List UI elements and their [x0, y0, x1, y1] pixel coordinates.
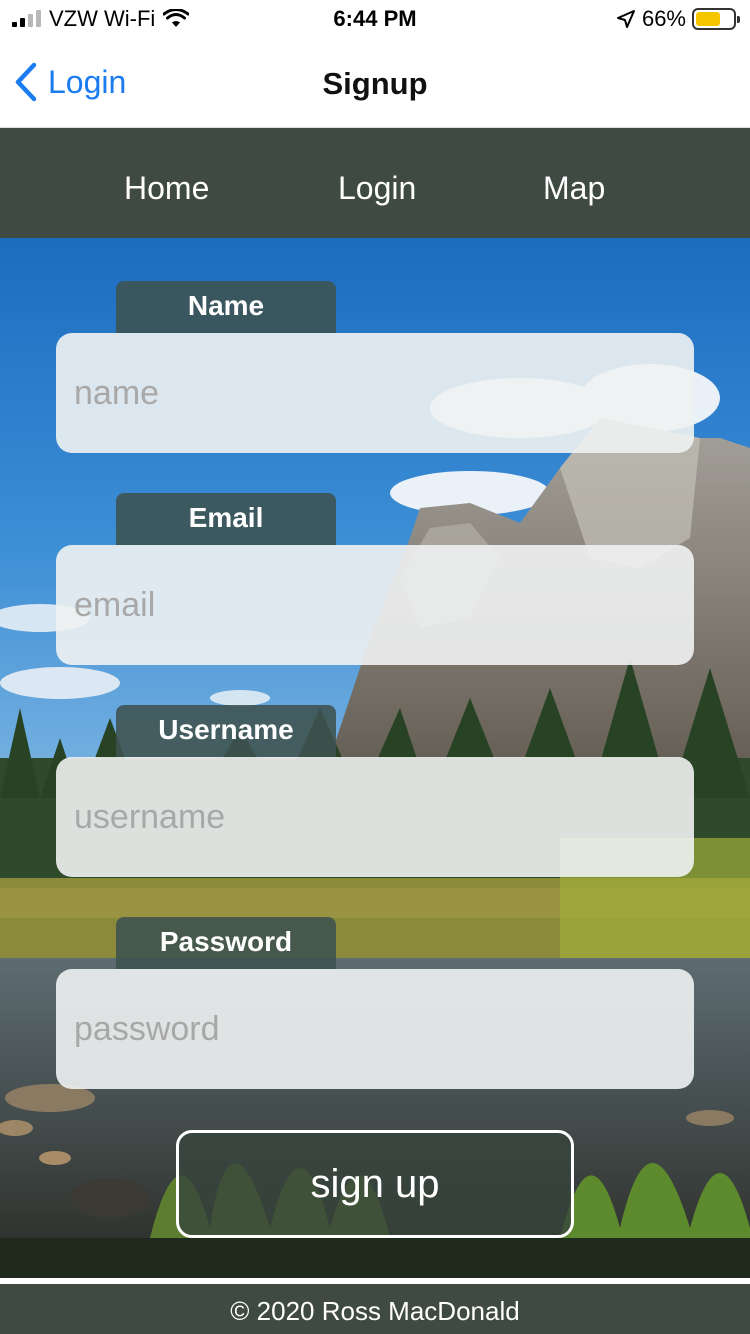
- menu-link-login[interactable]: Login: [338, 170, 416, 207]
- password-input[interactable]: [56, 969, 694, 1089]
- menu-link-home[interactable]: Home: [124, 170, 209, 207]
- menu-link-map[interactable]: Map: [543, 170, 605, 207]
- nav-header: Login Signup: [0, 40, 750, 128]
- battery-icon: [692, 8, 740, 30]
- site-menu: Home Login Map: [0, 128, 750, 238]
- battery-level: [696, 12, 720, 26]
- email-input[interactable]: [56, 545, 694, 665]
- footer-copyright: © 2020 Ross MacDonald: [230, 1296, 520, 1326]
- username-input[interactable]: [56, 757, 694, 877]
- password-label: Password: [116, 917, 336, 969]
- sign-up-button[interactable]: sign up: [176, 1130, 574, 1238]
- status-right: 66%: [616, 6, 740, 32]
- email-label: Email: [116, 493, 336, 545]
- footer: © 2020 Ross MacDonald: [0, 1282, 750, 1334]
- username-label: Username: [116, 705, 336, 757]
- status-bar: VZW Wi-Fi 6:44 PM 66%: [0, 0, 750, 40]
- battery-percent: 66%: [641, 6, 686, 31]
- hero-section: Name Email Username Password sign up: [0, 238, 750, 1278]
- name-input[interactable]: [56, 333, 694, 453]
- location-arrow-icon: [616, 10, 635, 28]
- page-title: Signup: [322, 66, 428, 101]
- name-label: Name: [116, 281, 336, 333]
